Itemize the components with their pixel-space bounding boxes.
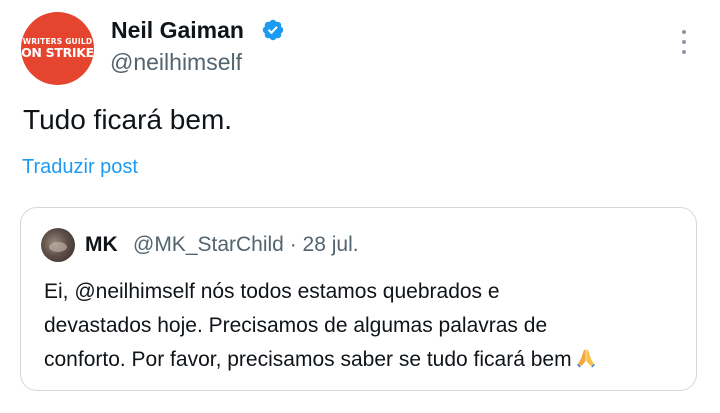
more-dot — [682, 30, 686, 34]
folded-hands-icon — [576, 349, 595, 368]
more-dot — [682, 40, 686, 44]
author-display-name[interactable]: Neil Gaiman — [111, 16, 244, 44]
quoted-author-avatar — [41, 228, 75, 262]
more-dot — [682, 50, 686, 54]
avatar-text-line2: ON STRIKE — [21, 45, 94, 60]
more-options-icon[interactable] — [676, 30, 692, 54]
quoted-text-line: Ei, @neilhimself nós todos estamos quebr… — [44, 280, 500, 303]
quoted-text-line-content: conforto. Por favor, precisamos saber se… — [44, 348, 572, 371]
quoted-tweet-text: Ei, @neilhimself nós todos estamos quebr… — [44, 275, 684, 377]
quoted-author-name: MK — [85, 233, 118, 256]
author-handle[interactable]: @neilhimself — [110, 48, 242, 76]
quoted-author-meta: @MK_StarChild · 28 jul. — [133, 233, 359, 256]
quoted-text-line-last: conforto. Por favor, precisamos saber se… — [44, 343, 684, 377]
quoted-tweet-card[interactable]: MK @MK_StarChild · 28 jul. Ei, @neilhims… — [20, 207, 697, 391]
verified-badge-icon — [262, 19, 284, 41]
translate-post-link[interactable]: Traduzir post — [22, 154, 138, 180]
quoted-text-line: devastados hoje. Precisamos de algumas p… — [44, 314, 548, 337]
author-avatar[interactable]: WRITERS GUILD ON STRIKE — [21, 12, 94, 85]
tweet-text: Tudo ficará bem. — [23, 104, 233, 135]
